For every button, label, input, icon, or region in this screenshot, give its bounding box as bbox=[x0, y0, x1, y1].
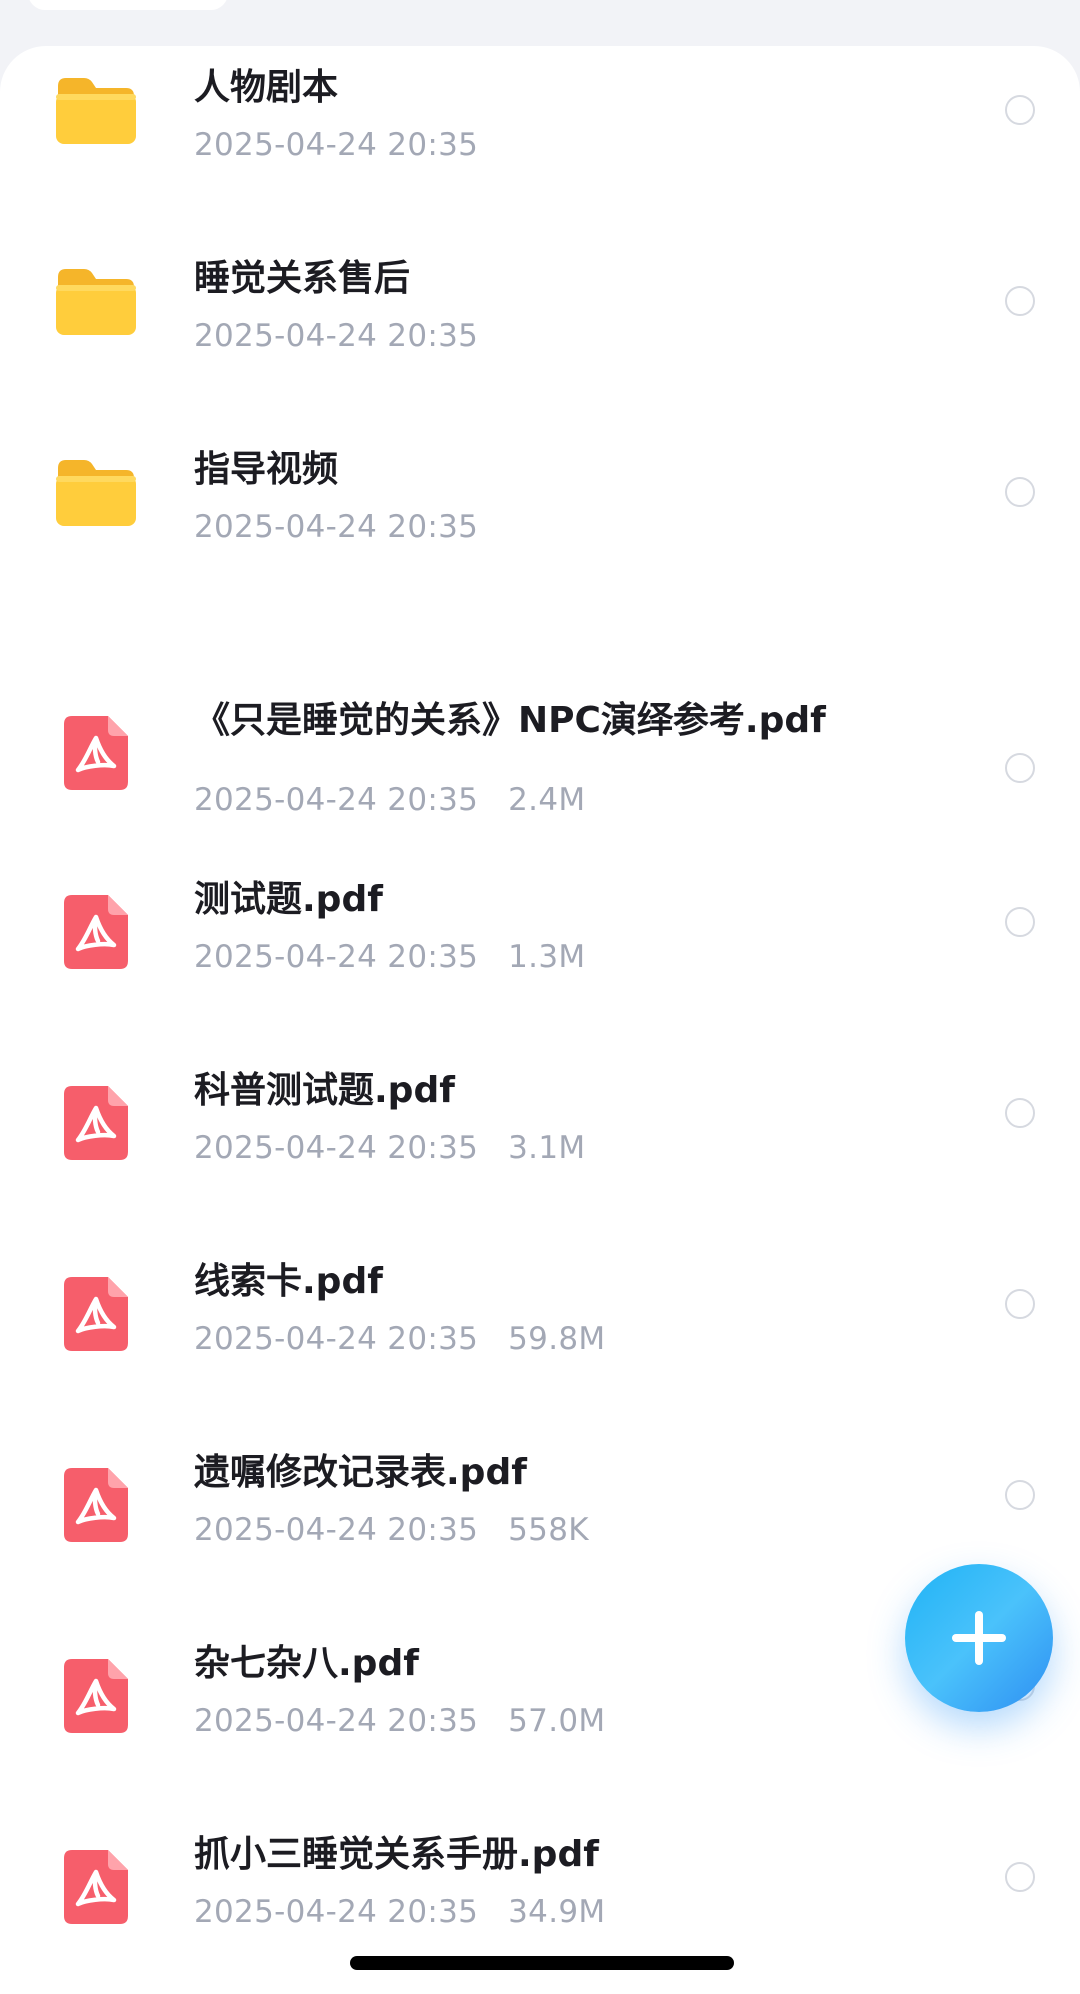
pdf-file-icon bbox=[64, 1277, 128, 1351]
file-meta: 2025-04-24 20:35 59.8M bbox=[194, 1318, 605, 1360]
file-size: 2.4M bbox=[508, 782, 586, 818]
pdf-file-icon bbox=[64, 716, 128, 790]
file-meta: 2025-04-24 20:35 34.9M bbox=[194, 1891, 605, 1933]
file-date: 2025-04-24 20:35 bbox=[194, 939, 479, 975]
select-radio[interactable] bbox=[1005, 477, 1035, 507]
file-date: 2025-04-24 20:35 bbox=[194, 318, 479, 354]
file-date: 2025-04-24 20:35 bbox=[194, 1894, 479, 1930]
top-bar-chip bbox=[28, 0, 228, 10]
file-meta: 2025-04-24 20:35 57.0M bbox=[194, 1700, 605, 1742]
select-radio[interactable] bbox=[1005, 1862, 1035, 1892]
select-radio[interactable] bbox=[1005, 1098, 1035, 1128]
file-name: 指导视频 bbox=[194, 449, 339, 490]
file-name: 杂七杂八.pdf bbox=[194, 1643, 419, 1684]
file-name: 测试题.pdf bbox=[194, 879, 383, 920]
file-name: 遗嘱修改记录表.pdf bbox=[194, 1452, 527, 1493]
file-meta: 2025-04-24 20:35 bbox=[194, 124, 478, 166]
select-radio[interactable] bbox=[1005, 1480, 1035, 1510]
file-row-pdf[interactable]: 线索卡.pdf 2025-04-24 20:35 59.8M bbox=[0, 1240, 1080, 1431]
file-row-folder[interactable]: 睡觉关系售后 2025-04-24 20:35 bbox=[0, 237, 1080, 428]
file-size: 558K bbox=[508, 1512, 589, 1548]
select-radio[interactable] bbox=[1005, 907, 1035, 937]
file-size: 57.0M bbox=[508, 1703, 606, 1739]
file-name: 《只是睡觉的关系》NPC演绎参考.pdf bbox=[194, 700, 826, 741]
file-name: 线索卡.pdf bbox=[194, 1261, 383, 1302]
file-list-sheet: 人物剧本 2025-04-24 20:35 睡觉关系售后 2025-04-24 … bbox=[0, 46, 1080, 1994]
file-date: 2025-04-24 20:35 bbox=[194, 509, 479, 545]
pdf-file-icon bbox=[64, 1468, 128, 1542]
file-meta: 2025-04-24 20:35 1.3M bbox=[194, 936, 585, 978]
file-date: 2025-04-24 20:35 bbox=[194, 1321, 479, 1357]
pdf-file-icon bbox=[64, 1850, 128, 1924]
file-meta: 2025-04-24 20:35 558K bbox=[194, 1509, 589, 1551]
folder-icon bbox=[56, 460, 136, 526]
file-date: 2025-04-24 20:35 bbox=[194, 127, 479, 163]
file-date: 2025-04-24 20:35 bbox=[194, 1512, 479, 1548]
home-indicator[interactable] bbox=[350, 1956, 734, 1970]
folder-icon bbox=[56, 78, 136, 144]
file-row-folder[interactable]: 指导视频 2025-04-24 20:35 bbox=[0, 428, 1080, 619]
file-meta: 2025-04-24 20:35 3.1M bbox=[194, 1127, 585, 1169]
file-row-pdf[interactable]: 遗嘱修改记录表.pdf 2025-04-24 20:35 558K bbox=[0, 1431, 1080, 1622]
file-row-pdf[interactable]: 测试题.pdf 2025-04-24 20:35 1.3M bbox=[0, 858, 1080, 1049]
pdf-file-icon bbox=[64, 1659, 128, 1733]
select-radio[interactable] bbox=[1005, 1289, 1035, 1319]
file-row-folder[interactable]: 人物剧本 2025-04-24 20:35 bbox=[0, 46, 1080, 237]
plus-icon bbox=[952, 1611, 1006, 1665]
select-radio[interactable] bbox=[1005, 753, 1035, 783]
select-radio[interactable] bbox=[1005, 286, 1035, 316]
file-date: 2025-04-24 20:35 bbox=[194, 782, 479, 818]
pdf-file-icon bbox=[64, 895, 128, 969]
file-meta: 2025-04-24 20:35 bbox=[194, 315, 478, 357]
file-name: 人物剧本 bbox=[194, 67, 339, 108]
file-row-pdf[interactable]: 《只是睡觉的关系》NPC演绎参考.pdf 2025-04-24 20:35 2.4… bbox=[0, 619, 1080, 858]
file-date: 2025-04-24 20:35 bbox=[194, 1130, 479, 1166]
file-size: 34.9M bbox=[508, 1894, 606, 1930]
file-name: 科普测试题.pdf bbox=[194, 1070, 455, 1111]
file-date: 2025-04-24 20:35 bbox=[194, 1703, 479, 1739]
pdf-file-icon bbox=[64, 1086, 128, 1160]
add-button[interactable] bbox=[905, 1564, 1053, 1712]
file-name: 睡觉关系售后 bbox=[194, 258, 411, 299]
select-radio[interactable] bbox=[1005, 95, 1035, 125]
file-size: 1.3M bbox=[508, 939, 586, 975]
file-meta: 2025-04-24 20:35 2.4M bbox=[194, 779, 585, 821]
file-size: 59.8M bbox=[508, 1321, 606, 1357]
file-size: 3.1M bbox=[508, 1130, 586, 1166]
file-row-pdf[interactable]: 科普测试题.pdf 2025-04-24 20:35 3.1M bbox=[0, 1049, 1080, 1240]
file-meta: 2025-04-24 20:35 bbox=[194, 506, 478, 548]
file-name: 抓小三睡觉关系手册.pdf bbox=[194, 1834, 599, 1875]
folder-icon bbox=[56, 269, 136, 335]
